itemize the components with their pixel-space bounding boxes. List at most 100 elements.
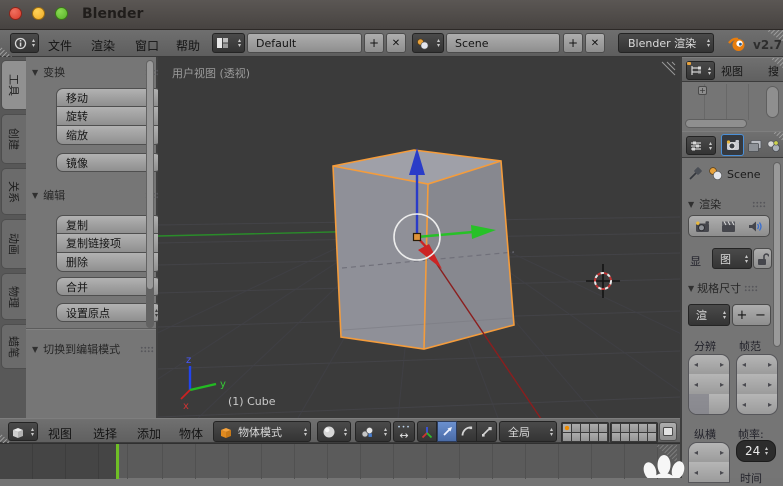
framerate-select[interactable]: 24 ▴▾ xyxy=(736,440,776,462)
pivot-select[interactable]: ▴▾ xyxy=(355,421,391,442)
screen-layout-field[interactable]: Default xyxy=(247,33,362,53)
panel-header-dimensions[interactable]: ▼ 规格尺寸 xyxy=(688,280,780,296)
mode-select[interactable]: 物体模式 ▴▾ xyxy=(213,421,311,442)
frame-start-stepper[interactable]: ◂▸ xyxy=(736,354,778,375)
manipulator-toggle-button[interactable] xyxy=(417,421,437,442)
rotate-manipulator-button[interactable] xyxy=(457,421,477,442)
panel-grip-icon[interactable] xyxy=(752,201,766,208)
menu-file[interactable]: 文件 xyxy=(48,37,72,54)
outliner-hscrollbar[interactable] xyxy=(685,119,747,128)
decrement-arrow-icon[interactable]: ◂ xyxy=(742,400,746,409)
tab-scene-context[interactable] xyxy=(764,136,783,155)
delete-scene-button[interactable]: ✕ xyxy=(585,33,605,53)
manipulate-center-points-toggle[interactable]: ••• ↔ xyxy=(393,421,415,442)
delete-layout-button[interactable]: ✕ xyxy=(386,33,406,53)
screen-layout-button[interactable]: ▴▾ xyxy=(212,33,245,53)
preset-remove-button[interactable]: − xyxy=(751,304,771,326)
menu-window[interactable]: 窗口 xyxy=(135,37,159,54)
editor-type-outliner-button[interactable]: ▴▾ xyxy=(686,61,715,80)
lock-to-scene-button[interactable] xyxy=(659,422,677,441)
increment-arrow-icon[interactable]: ▸ xyxy=(720,380,724,389)
panel-header-edit[interactable]: ▼ 编辑 xyxy=(32,187,159,203)
decrement-arrow-icon[interactable]: ◂ xyxy=(694,380,698,389)
frame-end-stepper[interactable]: ◂▸ xyxy=(736,374,778,395)
decrement-arrow-icon[interactable]: ◂ xyxy=(694,468,698,477)
stepper-arrows: ▴▾ xyxy=(745,254,751,264)
panel-header-render[interactable]: ▼ 渲染 xyxy=(688,196,766,212)
maximize-window-button[interactable] xyxy=(55,7,68,20)
select-menu[interactable]: 选择 xyxy=(93,425,117,442)
lock-interface-button[interactable] xyxy=(753,248,772,269)
viewport-3d[interactable]: 用户视图 (透视) xyxy=(158,57,680,418)
layers-grid-left[interactable] xyxy=(561,422,609,443)
render-audio-button[interactable] xyxy=(742,215,770,237)
minimize-window-button[interactable] xyxy=(32,7,45,20)
close-window-button[interactable] xyxy=(9,7,22,20)
increment-arrow-icon[interactable]: ▸ xyxy=(720,448,724,457)
tab-render-context[interactable] xyxy=(721,134,744,156)
minus-icon: − xyxy=(755,308,766,323)
scene-name-field[interactable]: Scene xyxy=(446,33,560,53)
orientation-select[interactable]: 全局 ▴▾ xyxy=(499,421,557,442)
pin-icon[interactable] xyxy=(688,165,704,181)
increment-arrow-icon[interactable]: ▸ xyxy=(720,468,724,477)
tab-tools[interactable]: 工具 xyxy=(1,60,26,110)
expand-icon[interactable]: + xyxy=(698,86,707,95)
editor-type-info-button[interactable]: ▴▾ xyxy=(10,33,39,53)
panel-grip-icon[interactable] xyxy=(140,346,154,353)
decrement-arrow-icon[interactable]: ◂ xyxy=(742,380,746,389)
decrement-arrow-icon[interactable]: ◂ xyxy=(694,360,698,369)
increment-arrow-icon[interactable]: ▸ xyxy=(768,400,772,409)
shading-select[interactable]: ▴▾ xyxy=(317,421,351,442)
render-engine-select[interactable]: Blender 渲染 ▴▾ xyxy=(618,33,714,53)
menu-help[interactable]: 帮助 xyxy=(176,37,200,54)
aspect-y-stepper[interactable]: ◂▸ xyxy=(688,462,730,483)
properties-scrollbar-thumb[interactable] xyxy=(773,162,781,347)
resolution-y-stepper[interactable]: ◂▸ xyxy=(688,374,730,395)
frame-step-stepper[interactable]: ◂▸ xyxy=(736,394,778,415)
scene-browse-button[interactable]: ▴▾ xyxy=(412,33,444,53)
preset-add-button[interactable]: + xyxy=(732,304,752,326)
render-still-button[interactable] xyxy=(688,215,716,237)
translate-manipulator-button[interactable] xyxy=(437,421,457,442)
tab-grease-pencil[interactable]: 蜡笔 xyxy=(1,324,26,369)
tab-relations[interactable]: 关系 xyxy=(1,168,26,215)
timeline[interactable] xyxy=(0,443,680,478)
tab-animation[interactable]: 动画 xyxy=(1,219,26,269)
editor-type-properties-button[interactable]: ▴▾ xyxy=(686,136,716,155)
object-menu[interactable]: 物体 xyxy=(179,425,203,442)
panel-header-transform[interactable]: ▼ 变换 xyxy=(32,64,159,80)
increment-arrow-icon[interactable]: ▸ xyxy=(720,360,724,369)
scene-crumb-icon[interactable] xyxy=(707,165,724,182)
decrement-arrow-icon[interactable]: ◂ xyxy=(742,360,746,369)
aspect-x-stepper[interactable]: ◂▸ xyxy=(688,442,730,463)
menu-render[interactable]: 渲染 xyxy=(91,37,115,54)
render-preset-select[interactable]: 渲 ▴▾ xyxy=(688,304,730,326)
tab-render-layers-context[interactable] xyxy=(745,136,764,155)
layers-grid-right[interactable] xyxy=(610,422,658,443)
add-scene-button[interactable]: + xyxy=(563,33,583,53)
resolution-x-stepper[interactable]: ◂▸ xyxy=(688,354,730,375)
display-mode-select[interactable]: 图 ▴▾ xyxy=(712,248,752,269)
increment-arrow-icon[interactable]: ▸ xyxy=(768,360,772,369)
editor-type-3dview-button[interactable]: ▴▾ xyxy=(8,422,38,441)
outliner-vscrollbar[interactable] xyxy=(766,86,779,118)
outliner-tree-area[interactable]: + xyxy=(682,82,783,131)
tab-create[interactable]: 创建 xyxy=(1,114,26,164)
outliner-view-menu[interactable]: 视图 xyxy=(721,63,743,79)
add-menu[interactable]: 添加 xyxy=(137,425,161,442)
timeline-playhead[interactable] xyxy=(116,444,119,479)
shelf-scrollbar-thumb[interactable] xyxy=(147,61,153,289)
tab-physics[interactable]: 物理 xyxy=(1,273,26,320)
layer-cell-active[interactable] xyxy=(563,424,571,432)
resolution-percentage-slider[interactable] xyxy=(688,394,730,415)
outliner-search-menu[interactable]: 搜 xyxy=(768,63,779,79)
panel-header-mode-toggle[interactable]: ▼ 切换到编辑模式 xyxy=(32,341,154,357)
render-animation-button[interactable] xyxy=(715,215,743,237)
increment-arrow-icon[interactable]: ▸ xyxy=(768,380,772,389)
add-layout-button[interactable]: + xyxy=(364,33,384,53)
scale-manipulator-button[interactable] xyxy=(477,421,497,442)
decrement-arrow-icon[interactable]: ◂ xyxy=(694,448,698,457)
context-breadcrumb[interactable]: Scene xyxy=(727,168,761,181)
view-menu[interactable]: 视图 xyxy=(48,425,72,442)
